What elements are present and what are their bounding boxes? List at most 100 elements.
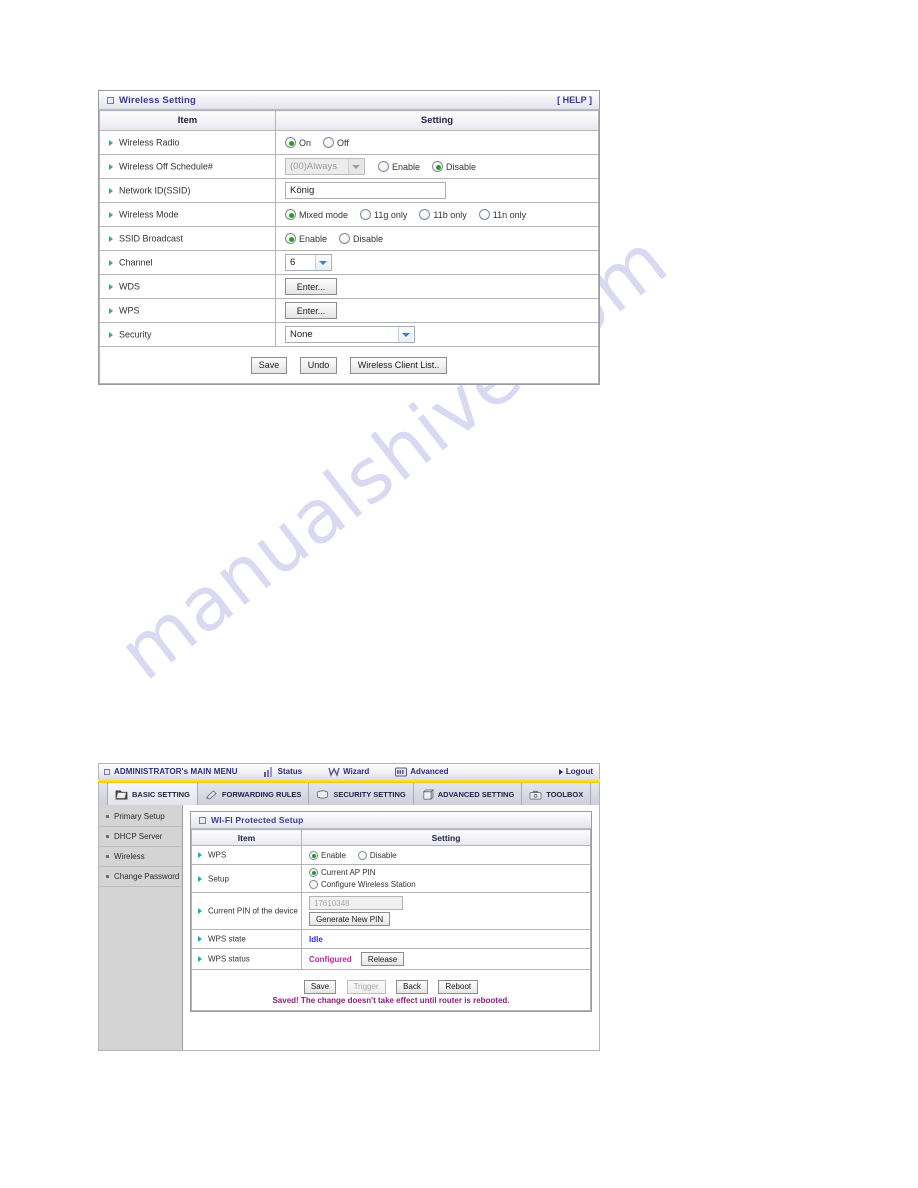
menu-link-label: Wizard <box>343 767 370 776</box>
radio-wps-disable[interactable]: Disable <box>357 850 397 860</box>
radio-wps-enable[interactable]: Enable <box>309 850 346 860</box>
radio-setup-current-ap-pin[interactable]: Current AP PIN <box>309 868 376 877</box>
bullet-arrow-icon <box>198 875 202 882</box>
radio-dot-icon <box>309 868 318 877</box>
saved-message: Saved! The change doesn't take effect un… <box>272 996 510 1005</box>
row-value-ssid-broadcast: Enable Disable <box>275 226 599 251</box>
tab-toolbox[interactable]: TOOLBOX <box>522 783 592 805</box>
sidebar-item-primary-setup[interactable]: Primary Setup <box>99 807 182 827</box>
tab-security-setting[interactable]: SECURITY SETTING <box>309 783 414 805</box>
help-link[interactable]: [ HELP ] <box>557 95 592 105</box>
row-label-wps: WPS <box>99 298 276 323</box>
logout-link[interactable]: Logout <box>558 767 593 776</box>
radio-label: 11b only <box>433 209 467 220</box>
tools-icon <box>422 788 434 800</box>
save-button[interactable]: Save <box>303 979 337 994</box>
bullet-arrow-icon <box>109 307 113 314</box>
folder-icon <box>115 789 128 799</box>
header-setting: Setting <box>275 110 599 131</box>
radio-dot-icon <box>357 850 367 860</box>
radio-wireless-radio-on[interactable]: On <box>285 137 311 148</box>
menu-link-wizard[interactable]: Wizard <box>328 766 370 777</box>
wps-settings-table: Item Setting WPS Enable Disable Setup Cu… <box>191 829 591 1011</box>
radio-setup-configure-wireless-station[interactable]: Configure Wireless Station <box>309 880 416 889</box>
wds-enter-button[interactable]: Enter... <box>285 278 337 295</box>
table-header-row: Item Setting <box>99 110 599 131</box>
label-text: WPS <box>119 305 140 316</box>
main-menu-title: ADMINISTRATOR's MAIN MENU <box>114 767 238 776</box>
content-area: WI-FI Protected Setup Item Setting WPS E… <box>183 805 599 1050</box>
menu-link-advanced[interactable]: Advanced <box>395 767 449 777</box>
table-header-row: Item Setting <box>191 829 591 846</box>
radio-label: Mixed mode <box>299 209 349 220</box>
wireless-setting-title: Wireless Setting <box>119 94 197 106</box>
row-value-wps-state: Idle <box>301 929 591 949</box>
tab-label: FORWARDING RULES <box>221 789 302 799</box>
sidebar-item-wireless[interactable]: Wireless <box>99 847 182 867</box>
radio-mode-11b[interactable]: 11b only <box>419 209 467 220</box>
ssid-input[interactable]: König <box>285 182 446 199</box>
back-button[interactable]: Back <box>396 979 428 994</box>
sidebar-item-change-password[interactable]: Change Password <box>99 867 182 887</box>
radio-dot-icon <box>339 233 351 244</box>
radio-broadcast-enable[interactable]: Enable <box>285 233 327 244</box>
shield-icon <box>317 789 329 799</box>
table-row: Network ID(SSID) König <box>99 178 599 203</box>
row-value-wireless-mode: Mixed mode 11g only 11b only 11n only <box>275 202 599 227</box>
reboot-button[interactable]: Reboot <box>438 979 479 994</box>
radio-mode-11n[interactable]: 11n only <box>478 209 526 220</box>
wps-panel-title: WI-FI Protected Setup <box>211 815 304 825</box>
row-label-wireless-mode: Wireless Mode <box>99 202 276 227</box>
sidebar-item-label: Primary Setup <box>114 812 165 821</box>
release-button[interactable]: Release <box>360 952 405 966</box>
radio-label: Off <box>337 137 349 148</box>
generate-new-pin-button[interactable]: Generate New PIN <box>309 912 391 926</box>
label-text: Channel <box>119 257 153 268</box>
radio-label: 11g only <box>374 209 408 220</box>
table-row: Setup Current AP PIN Configure Wireless … <box>191 864 591 893</box>
schedule-select[interactable]: (00)Always <box>285 158 365 175</box>
chevron-down-icon <box>315 255 330 270</box>
wireless-client-list-button[interactable]: Wireless Client List.. <box>349 356 448 374</box>
advanced-icon <box>395 767 408 776</box>
wireless-action-bar: Save Undo Wireless Client List.. <box>99 346 599 384</box>
menu-link-status[interactable]: Status <box>263 766 302 777</box>
tab-advanced-setting[interactable]: ADVANCED SETTING <box>414 783 523 805</box>
security-select[interactable]: None <box>285 326 415 343</box>
tab-label: BASIC SETTING <box>132 789 190 799</box>
current-pin-input[interactable]: 17610348 <box>309 896 403 910</box>
header-item: Item <box>99 110 276 131</box>
undo-button[interactable]: Undo <box>299 356 338 374</box>
radio-dot-icon <box>285 137 296 148</box>
radio-dot-icon <box>360 209 372 220</box>
radio-wireless-radio-off[interactable]: Off <box>323 137 349 148</box>
label-text: Security <box>119 329 152 340</box>
bullet-arrow-icon <box>198 852 202 859</box>
radio-mode-mixed[interactable]: Mixed mode <box>285 209 348 220</box>
toolbox-icon <box>529 790 542 799</box>
header-setting: Setting <box>301 829 591 846</box>
sidebar: Primary Setup DHCP Server Wireless Chang… <box>99 805 183 1050</box>
radio-broadcast-disable[interactable]: Disable <box>339 233 383 244</box>
bullet-arrow-icon <box>109 259 113 266</box>
bullet-icon <box>106 815 109 818</box>
channel-select[interactable]: 6 <box>285 254 332 271</box>
wireless-setting-titlebar: Wireless Setting [ HELP ] <box>99 91 599 110</box>
sidebar-item-dhcp-server[interactable]: DHCP Server <box>99 827 182 847</box>
save-button[interactable]: Save <box>250 356 288 374</box>
row-label-setup: Setup <box>191 864 302 893</box>
row-value-wireless-off-schedule: (00)Always Enable Disable <box>275 154 599 179</box>
radio-mode-11g[interactable]: 11g only <box>360 209 407 220</box>
bullet-arrow-icon <box>109 235 113 242</box>
radio-dot-icon <box>285 209 296 220</box>
tab-basic-setting[interactable]: BASIC SETTING <box>107 783 198 805</box>
menu-link-label: Advanced <box>410 767 449 776</box>
radio-schedule-disable[interactable]: Disable <box>432 161 476 172</box>
tab-forwarding-rules[interactable]: FORWARDING RULES <box>198 783 310 805</box>
channel-select-value: 6 <box>290 257 296 268</box>
page-body: Primary Setup DHCP Server Wireless Chang… <box>98 805 600 1051</box>
security-select-value: None <box>290 329 313 340</box>
wps-panel: WI-FI Protected Setup Item Setting WPS E… <box>190 811 592 1012</box>
radio-schedule-enable[interactable]: Enable <box>378 161 420 172</box>
wps-enter-button[interactable]: Enter... <box>285 302 337 319</box>
